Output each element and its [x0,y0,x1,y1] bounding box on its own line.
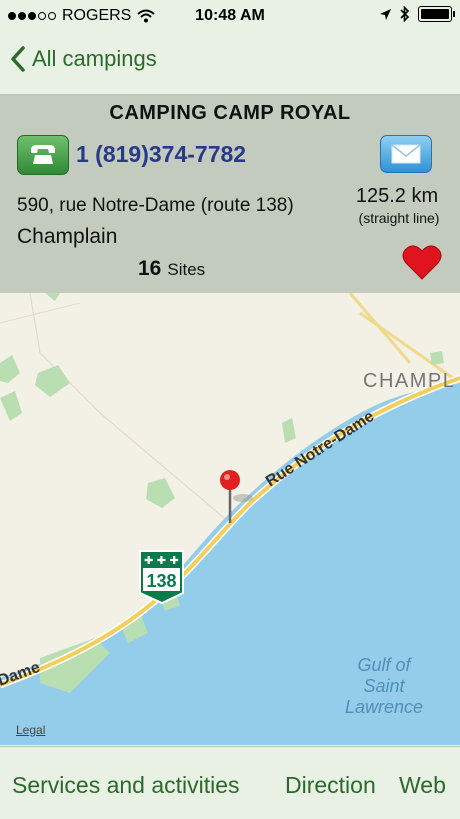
web-button[interactable]: Web [399,772,446,799]
water-label-line1: Gulf of [357,655,412,675]
camping-title: CAMPING CAMP ROYAL [109,102,351,124]
bluetooth-icon [400,6,410,22]
call-button[interactable] [17,135,69,175]
map-canvas: ✚ ✚ ✚ 138 Rue Notre-Dame Dame CHAMPL Gul… [0,293,460,745]
phone-number-link[interactable]: 1 (819)374-7782 [76,141,246,168]
distance-note: (straight line) [358,210,440,226]
distance-value: 125.2 km [355,185,439,207]
route-number: 138 [146,571,176,591]
route-138-shield-icon: ✚ ✚ ✚ 138 [139,550,184,605]
direction-button[interactable]: Direction [285,772,376,799]
map-view[interactable]: ✚ ✚ ✚ 138 Rue Notre-Dame Dame CHAMPL Gul… [0,293,460,745]
sites-info: 16 Sites [138,257,205,281]
town-label: CHAMPL [363,370,455,392]
battery-icon [418,6,455,22]
envelope-icon [391,144,421,164]
water-label-line3: Lawrence [345,697,423,717]
phone-icon [31,145,55,164]
bottom-toolbar: Services and activities Direction Web [0,746,460,819]
status-right [379,6,455,22]
svg-text:✚ ✚ ✚: ✚ ✚ ✚ [144,554,179,567]
camping-address: 590, rue Notre-Dame (route 138) [17,195,294,216]
email-button[interactable] [380,135,432,173]
back-button[interactable]: All campings [10,46,157,72]
camping-city: Champlain [17,225,118,248]
location-arrow-icon [380,8,391,20]
sites-label: Sites [167,260,206,279]
favorite-heart-icon[interactable] [402,243,442,281]
map-legal-link[interactable]: Legal [16,723,45,737]
back-button-label: All campings [32,46,157,71]
navigation-bar: All campings [0,34,460,95]
sites-count: 16 [138,257,162,280]
services-activities-button[interactable]: Services and activities [12,772,240,799]
camping-info-panel: CAMPING CAMP ROYAL 1 (819)374-7782 590, … [0,95,460,293]
water-label-line2: Saint [363,676,405,696]
chevron-left-icon [11,46,25,72]
status-bar: ROGERS 10:48 AM [0,0,460,34]
